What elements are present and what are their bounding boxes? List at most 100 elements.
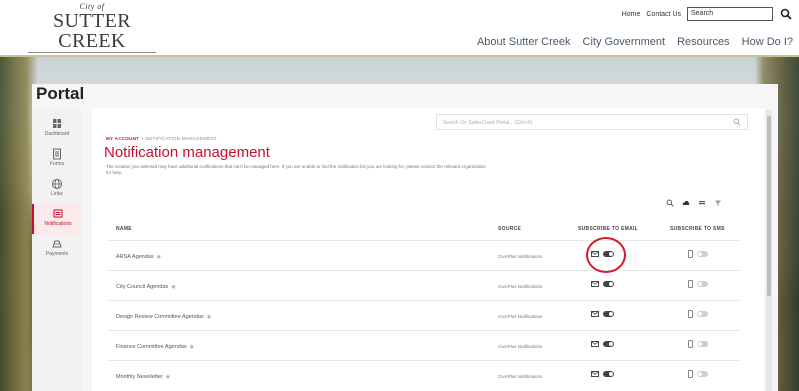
dashboard-icon: [53, 119, 61, 128]
sidebar-item-payments[interactable]: Payments: [32, 234, 82, 264]
filter-icon[interactable]: [714, 199, 722, 207]
sidebar-item-label: Forms: [49, 161, 65, 167]
sidebar-item-label: Notifications: [44, 221, 72, 227]
nav-city-government[interactable]: City Government: [583, 36, 666, 48]
table-row: City Council Agendas ◉ CivicPlus Notifica…: [108, 270, 740, 300]
breadcrumb-current: NOTIFICATION MANAGEMENT: [145, 136, 218, 141]
email-icon: [591, 371, 599, 377]
phone-icon: [688, 370, 693, 378]
portal-title: Portal: [36, 84, 85, 103]
table-row: Monthly Newsletter ◉ CivicPlus Notificati…: [108, 360, 740, 390]
row-source: CivicPlus Notifications: [498, 344, 543, 349]
highlight-circle: [586, 237, 626, 273]
row-source: CivicPlus Notifications: [498, 284, 543, 289]
table-row: Finance Committee Agendas ◉ CivicPlus Not…: [108, 330, 740, 360]
column-header-sms: SUBSCRIBE TO SMS: [670, 226, 725, 232]
sms-toggle[interactable]: [697, 341, 708, 347]
city-logo[interactable]: City of SUTTER CREEK 1854: [18, 2, 166, 62]
sms-subscription: [688, 250, 708, 258]
utility-nav: Home Contact Us Search: [622, 7, 793, 21]
row-source: CivicPlus Notifications: [498, 314, 543, 319]
info-icon[interactable]: ◉: [207, 314, 211, 320]
row-name: Finance Committee Agendas ◉: [116, 344, 194, 350]
table-toolbar: [666, 199, 722, 207]
row-name: City Council Agendas ◉: [116, 284, 176, 290]
sms-subscription: [688, 310, 708, 318]
email-subscription: [591, 280, 614, 288]
payments-icon: [52, 240, 62, 248]
column-header-email: SUBSCRIBE TO EMAIL: [578, 226, 639, 232]
home-link[interactable]: Home: [622, 11, 641, 18]
info-icon[interactable]: ◉: [171, 284, 175, 290]
nav-how-do-i[interactable]: How Do I?: [742, 36, 793, 48]
portal-search-placeholder: Search On SutterCreek Portal... (Ctrl+K): [443, 120, 533, 126]
cloud-download-icon[interactable]: [682, 199, 690, 207]
sidebar-item-dashboard[interactable]: Dashboard: [32, 114, 82, 144]
site-search-input[interactable]: Search: [687, 7, 773, 21]
page-description: The location you selected may have addit…: [106, 164, 486, 175]
search-icon[interactable]: [779, 7, 793, 21]
nav-about[interactable]: About Sutter Creek: [477, 36, 571, 48]
email-icon: [591, 281, 599, 287]
info-icon[interactable]: ◉: [166, 374, 170, 380]
notifications-icon: [53, 209, 63, 218]
column-header-name[interactable]: NAME: [116, 226, 132, 232]
main-nav: About Sutter Creek City Government Resou…: [477, 36, 793, 48]
info-icon[interactable]: ◉: [157, 254, 161, 260]
table-row: ARSA Agendas ◉ CivicPlus Notifications: [108, 240, 740, 270]
sidebar-item-label: Links: [51, 191, 63, 197]
row-source: CivicPlus Notifications: [498, 254, 543, 259]
sidebar-item-forms[interactable]: Forms: [32, 144, 82, 174]
nav-resources[interactable]: Resources: [677, 36, 730, 48]
portal-content: Search On SutterCreek Portal... (Ctrl+K)…: [92, 108, 764, 391]
breadcrumb-my-account[interactable]: MY ACCOUNT: [106, 136, 139, 141]
sms-toggle[interactable]: [697, 371, 708, 377]
forms-icon: [53, 148, 61, 160]
email-toggle[interactable]: [603, 371, 614, 377]
search-icon[interactable]: [666, 199, 674, 207]
sidebar-item-notifications[interactable]: Notifications: [32, 204, 82, 234]
email-subscription: [591, 310, 614, 318]
table-header: NAME SOURCE SUBSCRIBE TO EMAIL SUBSCRIBE…: [108, 218, 740, 240]
sidebar-item-label: Payments: [45, 251, 69, 257]
sms-subscription: [688, 280, 708, 288]
sms-toggle[interactable]: [697, 311, 708, 317]
email-toggle[interactable]: [603, 341, 614, 347]
phone-icon: [688, 250, 693, 258]
phone-icon: [688, 310, 693, 318]
logo-rule: [28, 52, 156, 53]
table-row: Design Review Committee Agendas ◉ CivicPl…: [108, 300, 740, 330]
column-header-source[interactable]: SOURCE: [498, 226, 521, 232]
sidebar-item-links[interactable]: Links: [32, 174, 82, 204]
phone-icon: [688, 340, 693, 348]
page-title: Notification management: [104, 144, 270, 161]
portal-search-input[interactable]: Search On SutterCreek Portal... (Ctrl+K): [436, 114, 748, 130]
site-header: City of SUTTER CREEK 1854 Home Contact U…: [0, 0, 799, 62]
row-name: Design Review Committee Agendas ◉: [116, 314, 212, 320]
breadcrumb: MY ACCOUNT > NOTIFICATION MANAGEMENT: [106, 136, 217, 141]
sms-toggle[interactable]: [697, 251, 708, 257]
search-icon[interactable]: [733, 118, 741, 126]
portal-scrollbar-thumb[interactable]: [767, 116, 771, 296]
portal-sidebar: Dashboard Forms Links Notifications Paym…: [32, 108, 82, 391]
notifications-table: NAME SOURCE SUBSCRIBE TO EMAIL SUBSCRIBE…: [108, 218, 740, 390]
email-subscription: [591, 370, 614, 378]
contact-us-link[interactable]: Contact Us: [646, 11, 681, 18]
email-subscription: [591, 340, 614, 348]
columns-icon[interactable]: [698, 199, 706, 207]
email-icon: [591, 311, 599, 317]
info-icon[interactable]: ◉: [190, 344, 194, 350]
email-icon: [591, 341, 599, 347]
sms-toggle[interactable]: [697, 281, 708, 287]
email-toggle[interactable]: [603, 311, 614, 317]
email-toggle[interactable]: [603, 281, 614, 287]
phone-icon: [688, 280, 693, 288]
sms-subscription: [688, 340, 708, 348]
sms-subscription: [688, 370, 708, 378]
row-name: ARSA Agendas ◉: [116, 254, 161, 260]
row-source: CivicPlus Notifications: [498, 374, 543, 379]
breadcrumb-separator: >: [140, 136, 144, 141]
sidebar-item-label: Dashboard: [44, 131, 70, 137]
row-name: Monthly Newsletter ◉: [116, 374, 171, 380]
globe-icon: [52, 179, 62, 189]
